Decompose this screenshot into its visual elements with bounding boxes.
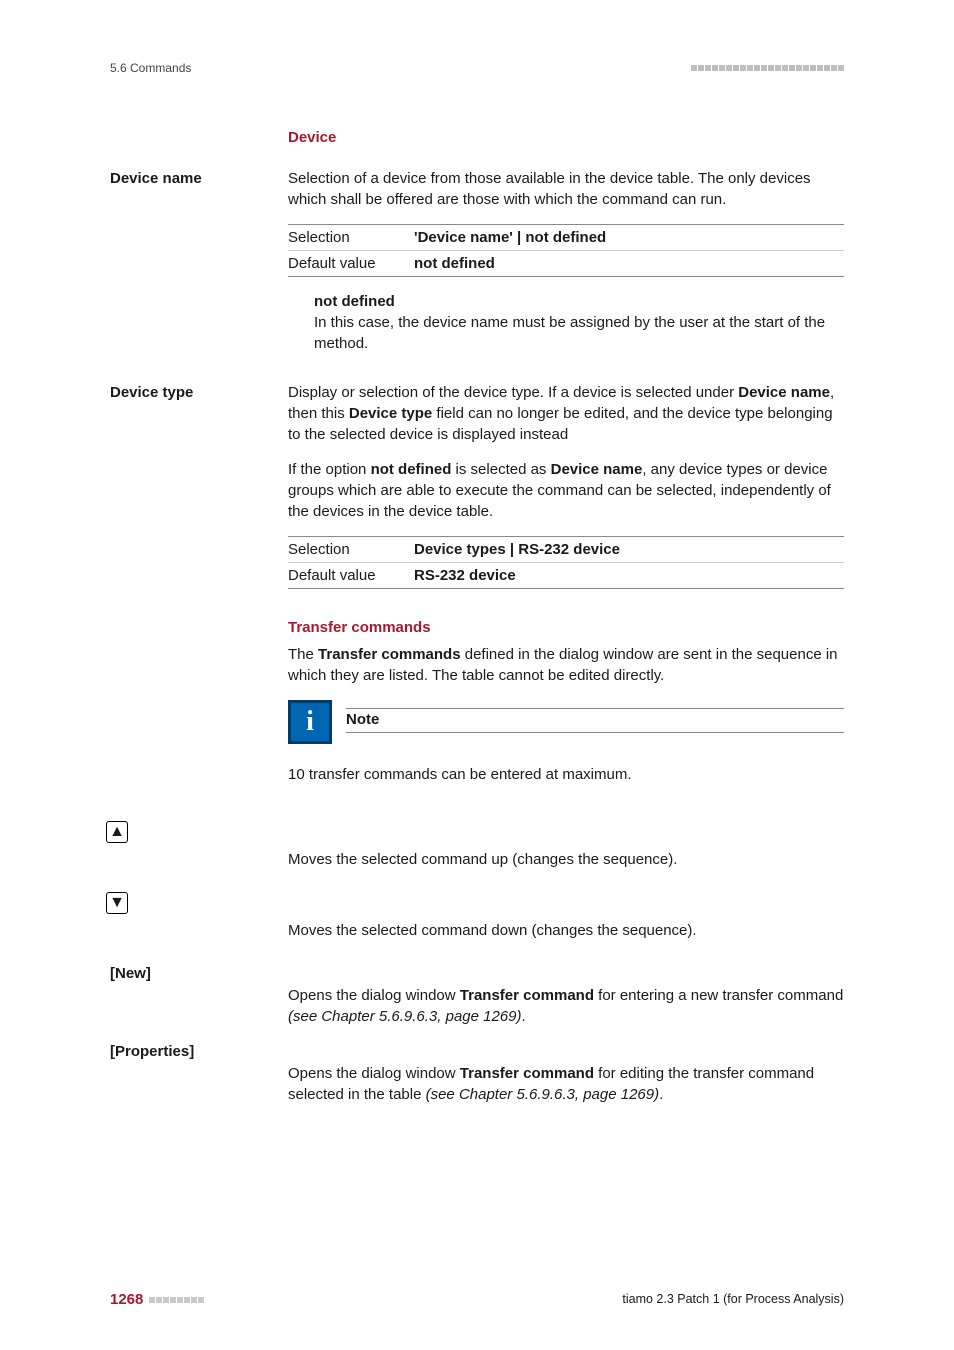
page-number: 1268 bbox=[110, 1289, 143, 1310]
move-up-desc: Moves the selected command up (changes t… bbox=[288, 849, 844, 870]
arrow-down-icon[interactable]: ▼ bbox=[106, 892, 128, 914]
device-type-label: Device type bbox=[110, 382, 288, 603]
device-heading: Device bbox=[288, 127, 844, 148]
properties-desc: Opens the dialog window Transfer command… bbox=[288, 1063, 844, 1105]
spec-selection-value: Device types | RS-232 device bbox=[414, 539, 620, 560]
new-desc: Opens the dialog window Transfer command… bbox=[288, 985, 844, 1027]
cross-ref[interactable]: (see Chapter 5.6.9.6.3, page 1269) bbox=[426, 1086, 660, 1103]
not-defined-body: In this case, the device name must be as… bbox=[314, 312, 844, 354]
device-name-spec: Selection 'Device name' | not defined De… bbox=[288, 224, 844, 277]
spec-selection-label: Selection bbox=[288, 227, 414, 248]
note-box: i Note 10 transfer commands can be enter… bbox=[288, 700, 844, 785]
device-type-spec: Selection Device types | RS-232 device D… bbox=[288, 536, 844, 589]
spec-default-value: RS-232 device bbox=[414, 565, 516, 586]
move-down-desc: Moves the selected command down (changes… bbox=[288, 920, 844, 941]
spec-selection-value: 'Device name' | not defined bbox=[414, 227, 606, 248]
not-defined-block: not defined In this case, the device nam… bbox=[314, 291, 844, 354]
new-button-label[interactable]: [New] bbox=[110, 963, 288, 1027]
note-body: 10 transfer commands can be entered at m… bbox=[288, 764, 844, 785]
device-type-p2: If the option not defined is selected as… bbox=[288, 459, 844, 522]
not-defined-title: not defined bbox=[314, 291, 844, 312]
cross-ref[interactable]: (see Chapter 5.6.9.6.3, page 1269) bbox=[288, 1008, 522, 1025]
arrow-up-icon[interactable]: ▲ bbox=[106, 821, 128, 843]
info-icon: i bbox=[288, 700, 332, 744]
page-footer: 1268 tiamo 2.3 Patch 1 (for Process Anal… bbox=[110, 1289, 844, 1310]
product-name: tiamo 2.3 Patch 1 (for Process Analysis) bbox=[622, 1291, 844, 1309]
device-type-p1: Display or selection of the device type.… bbox=[288, 382, 844, 445]
device-name-desc: Selection of a device from those availab… bbox=[288, 168, 844, 210]
spec-selection-label: Selection bbox=[288, 539, 414, 560]
footer-ornament bbox=[149, 1297, 204, 1303]
spec-default-value: not defined bbox=[414, 253, 495, 274]
device-name-label: Device name bbox=[110, 168, 288, 368]
section-path: 5.6 Commands bbox=[110, 60, 191, 77]
transfer-intro: The Transfer commands defined in the dia… bbox=[288, 644, 844, 686]
header-ornament bbox=[691, 65, 844, 71]
spec-default-label: Default value bbox=[288, 253, 414, 274]
properties-button-label[interactable]: [Properties] bbox=[110, 1041, 288, 1105]
transfer-heading: Transfer commands bbox=[288, 617, 844, 638]
note-title: Note bbox=[346, 709, 844, 733]
running-header: 5.6 Commands bbox=[110, 60, 844, 77]
spec-default-label: Default value bbox=[288, 565, 414, 586]
